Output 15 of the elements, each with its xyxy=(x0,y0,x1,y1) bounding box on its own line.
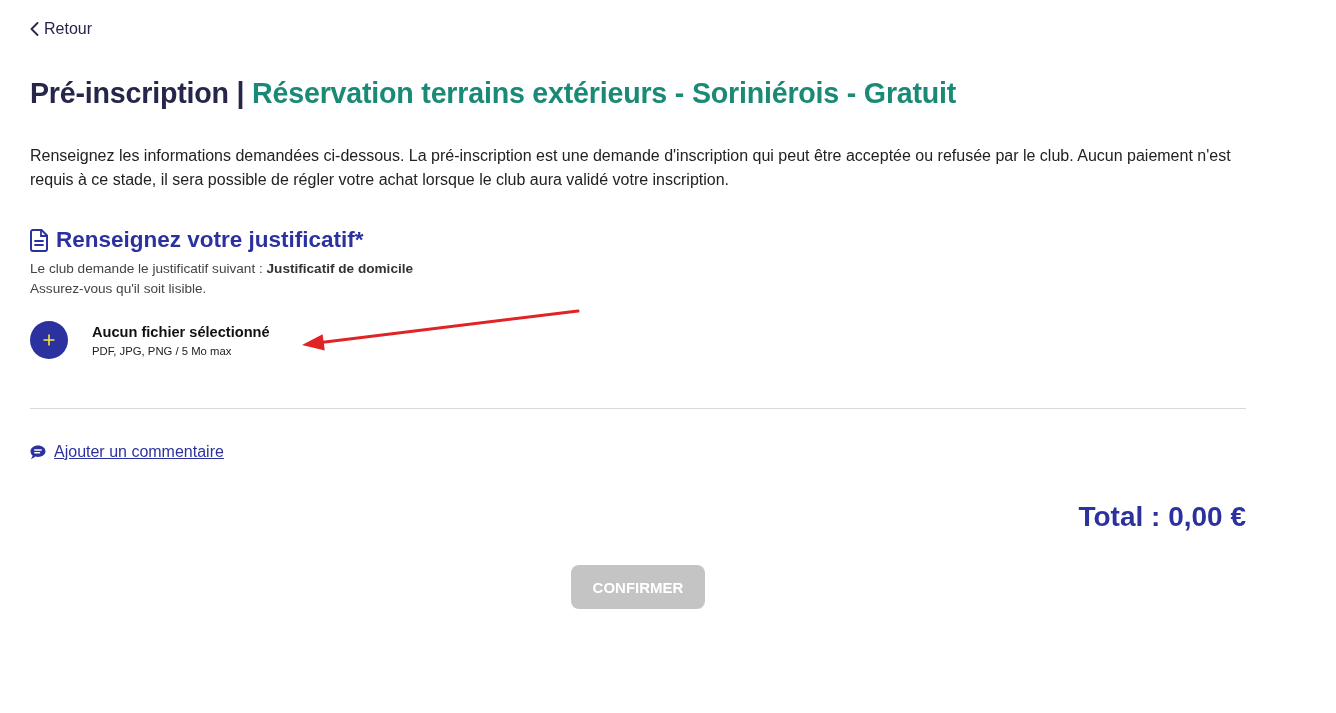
file-format-hint: PDF, JPG, PNG / 5 Mo max xyxy=(92,343,233,358)
document-icon xyxy=(30,228,48,252)
document-request-text: Le club demande le justificatif suivant : Justificatif de domicile xyxy=(30,260,415,278)
plus-icon xyxy=(43,334,55,346)
file-status-text: Aucun fichier sélectionné xyxy=(92,322,270,341)
add-comment-link[interactable]: Ajouter un commentaire xyxy=(54,442,224,462)
total-amount: Total : 0,00 € xyxy=(1078,500,1246,534)
legibility-note: Assurez-vous qu'il soit lisible. xyxy=(30,280,208,298)
section-heading: Renseignez votre justificatif* xyxy=(56,226,364,254)
add-file-button[interactable] xyxy=(30,321,68,359)
comment-icon xyxy=(30,444,46,460)
page-title: Pré-inscription | Réservation terrains extérieurs - Soriniérois - Gratuit xyxy=(30,76,958,110)
chevron-left-icon xyxy=(30,22,39,36)
intro-paragraph: Renseignez les informations demandées ci-dessous. La pré-inscription est une demande d'inscription qui peut être acceptée ou refusée par le club. Aucun paiement n'est requis à ce stade, il sera possible de régler votre achat lorsque le club aura validé votre inscription. xyxy=(30,146,1232,190)
back-link[interactable]: Retour xyxy=(30,18,93,40)
